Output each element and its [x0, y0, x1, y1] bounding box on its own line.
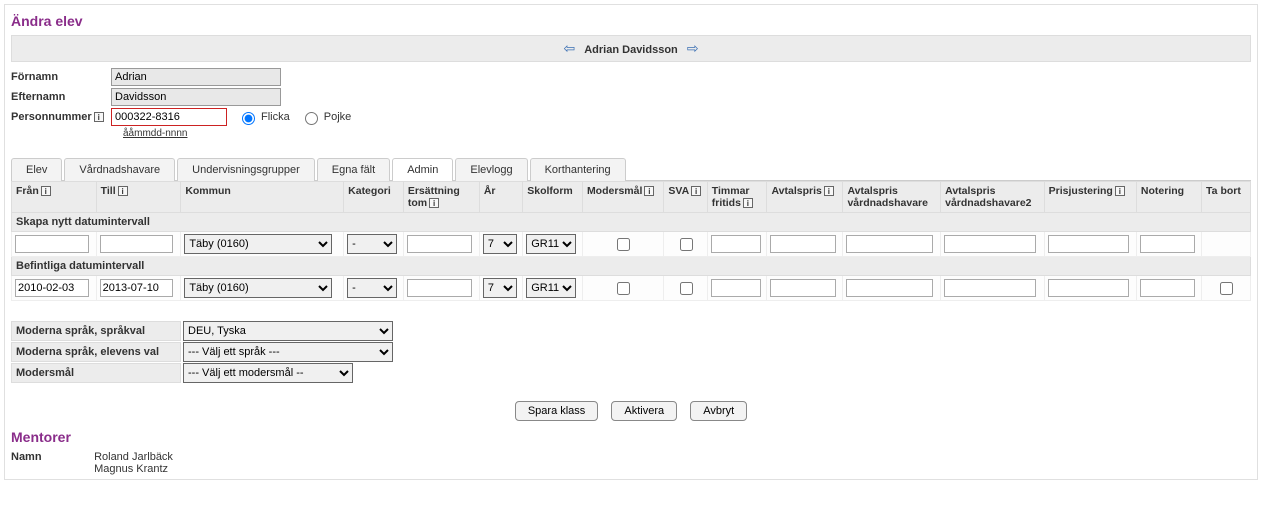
till-input[interactable] — [100, 279, 174, 297]
kommun-select[interactable]: Täby (0160) — [184, 278, 332, 298]
table-row: Täby (0160) - 7 GR11 — [12, 276, 1251, 301]
prisjustering-input[interactable] — [1048, 279, 1129, 297]
avt-vh2-input[interactable] — [944, 235, 1036, 253]
timmar-input[interactable] — [711, 235, 761, 253]
mentors-namn-label: Namn — [11, 451, 91, 463]
elevens-select[interactable]: --- Välj ett språk --- — [183, 342, 393, 362]
gender-radio-group: Flicka Pojke — [237, 109, 351, 125]
modersmal-checkbox[interactable] — [617, 282, 630, 295]
till-input[interactable] — [100, 235, 174, 253]
avtalspris-input[interactable] — [770, 279, 836, 297]
fornamn-input — [111, 68, 281, 86]
notering-input[interactable] — [1140, 279, 1195, 297]
kategori-select[interactable]: - — [347, 234, 397, 254]
page-container: Ändra elev ⇦ Adrian Davidsson ⇨ Förnamn … — [4, 4, 1258, 480]
language-block: Moderna språk, språkval DEU, Tyska Moder… — [11, 321, 1251, 383]
skolform-select[interactable]: GR11 — [526, 234, 576, 254]
tab-korthantering[interactable]: Korthantering — [530, 158, 626, 181]
ersattning-input[interactable] — [407, 235, 473, 253]
avt-vh2-input[interactable] — [944, 279, 1036, 297]
mentors-section: Mentorer Namn Roland Jarlbäck Magnus Kra… — [11, 429, 1251, 475]
mentor-name: Roland Jarlbäck — [94, 451, 173, 463]
fornamn-row: Förnamn — [11, 68, 1251, 86]
tab-elev[interactable]: Elev — [11, 158, 62, 181]
gender-pojke-radio[interactable] — [305, 112, 318, 125]
modersmal-label: Modersmål — [11, 363, 181, 383]
kategori-select[interactable]: - — [347, 278, 397, 298]
sva-checkbox[interactable] — [680, 238, 693, 251]
info-icon[interactable]: i — [41, 186, 51, 196]
fran-input[interactable] — [15, 279, 89, 297]
skolform-select[interactable]: GR11 — [526, 278, 576, 298]
modersmal-checkbox[interactable] — [617, 238, 630, 251]
personnummer-row: Personnummeri Flicka Pojke — [11, 108, 1251, 126]
timmar-input[interactable] — [711, 279, 761, 297]
sprakval-select[interactable]: DEU, Tyska — [183, 321, 393, 341]
aktivera-button[interactable]: Aktivera — [611, 401, 677, 421]
personnummer-input[interactable] — [111, 108, 227, 126]
sva-checkbox[interactable] — [680, 282, 693, 295]
avt-vh-input[interactable] — [846, 279, 932, 297]
tab-egna-falt[interactable]: Egna fält — [317, 158, 390, 181]
action-bar: Spara klass Aktivera Avbryt — [11, 401, 1251, 421]
fornamn-label: Förnamn — [11, 71, 111, 83]
student-name: Adrian Davidsson — [584, 44, 678, 56]
info-icon[interactable]: i — [644, 186, 654, 196]
modersmal-select[interactable]: --- Välj ett modersmål -- — [183, 363, 353, 383]
kommun-select[interactable]: Täby (0160) — [184, 234, 332, 254]
info-icon[interactable]: i — [824, 186, 834, 196]
tab-admin[interactable]: Admin — [392, 158, 453, 181]
next-student-arrow[interactable]: ⇨ — [681, 40, 705, 56]
gender-flicka-radio[interactable] — [242, 112, 255, 125]
ar-select[interactable]: 7 — [483, 234, 518, 254]
efternamn-row: Efternamn — [11, 88, 1251, 106]
section-new: Skapa nytt datumintervall — [12, 213, 1251, 232]
mentor-name: Magnus Krantz — [94, 463, 168, 475]
gender-flicka-label: Flicka — [261, 111, 290, 123]
gender-pojke-label: Pojke — [324, 111, 352, 123]
tab-elevlogg[interactable]: Elevlogg — [455, 158, 527, 181]
info-icon[interactable]: i — [743, 198, 753, 208]
grid-header-row: Fråni Tilli Kommun Kategori Ersättning t… — [12, 182, 1251, 213]
info-icon[interactable]: i — [118, 186, 128, 196]
sprakval-label: Moderna språk, språkval — [11, 321, 181, 341]
section-existing: Befintliga datumintervall — [12, 257, 1251, 276]
efternamn-input — [111, 88, 281, 106]
ersattning-input[interactable] — [407, 279, 473, 297]
info-icon[interactable]: i — [691, 186, 701, 196]
mentors-heading: Mentorer — [11, 429, 1251, 445]
elevens-label: Moderna språk, elevens val — [11, 342, 181, 362]
prev-student-arrow[interactable]: ⇦ — [557, 40, 581, 56]
personnummer-hint: ååmmdd-nnnn — [11, 128, 1251, 139]
ar-select[interactable]: 7 — [483, 278, 518, 298]
tabort-checkbox[interactable] — [1220, 282, 1233, 295]
efternamn-label: Efternamn — [11, 91, 111, 103]
tab-undervisningsgrupper[interactable]: Undervisningsgrupper — [177, 158, 315, 181]
info-icon[interactable]: i — [94, 112, 104, 122]
avbryt-button[interactable]: Avbryt — [690, 401, 747, 421]
tab-vardnadshavare[interactable]: Vårdnadshavare — [64, 158, 175, 181]
student-nav-bar: ⇦ Adrian Davidsson ⇨ — [11, 35, 1251, 62]
notering-input[interactable] — [1140, 235, 1195, 253]
page-title: Ändra elev — [11, 13, 1251, 29]
avtalspris-input[interactable] — [770, 235, 836, 253]
tab-bar: Elev Vårdnadshavare Undervisningsgrupper… — [11, 157, 1251, 181]
fran-input[interactable] — [15, 235, 89, 253]
info-icon[interactable]: i — [1115, 186, 1125, 196]
spara-button[interactable]: Spara klass — [515, 401, 598, 421]
personnummer-label: Personnummeri — [11, 111, 111, 123]
admin-grid: Fråni Tilli Kommun Kategori Ersättning t… — [11, 181, 1251, 301]
avt-vh-input[interactable] — [846, 235, 932, 253]
prisjustering-input[interactable] — [1048, 235, 1129, 253]
table-row: Täby (0160) - 7 GR11 — [12, 232, 1251, 257]
info-icon[interactable]: i — [429, 198, 439, 208]
